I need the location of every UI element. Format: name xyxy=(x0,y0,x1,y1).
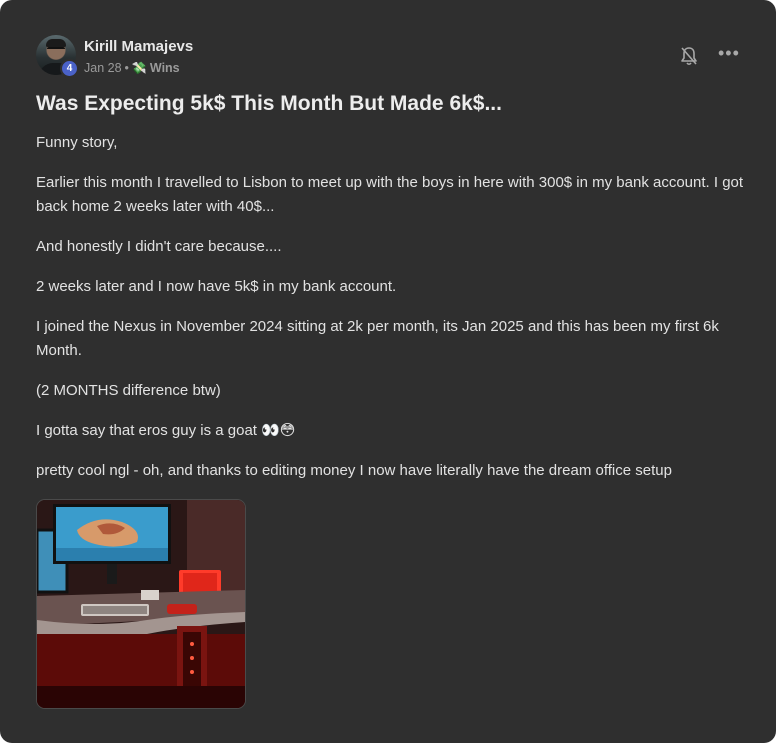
office-setup-photo[interactable] xyxy=(36,499,246,709)
meta-separator: • xyxy=(124,61,129,75)
category-link[interactable]: Wins xyxy=(150,61,180,75)
post-paragraph: pretty cool ngl - oh, and thanks to edit… xyxy=(36,462,672,479)
level-badge: 4 xyxy=(60,59,79,78)
post-paragraph: (2 MONTHS difference btw) xyxy=(36,382,221,399)
post-paragraph: Funny story, xyxy=(36,134,118,151)
post-paragraph: I gotta say that eros guy is a goat 👀😳 xyxy=(36,422,296,439)
more-options-button[interactable]: ••• xyxy=(718,44,739,62)
post-meta: Jan 28 • 💸 Wins xyxy=(84,61,180,75)
post-date[interactable]: Jan 28 xyxy=(84,61,122,75)
author-avatar-container[interactable]: 4 xyxy=(36,35,79,78)
post-body: Funny story, Earlier this month I travel… xyxy=(36,131,756,499)
post-paragraph: I joined the Nexus in November 2024 sitt… xyxy=(36,318,719,359)
money-wings-icon: 💸 xyxy=(131,61,147,75)
author-name[interactable]: Kirill Mamajevs xyxy=(84,38,193,55)
post-card: 4 Kirill Mamajevs Jan 28 • 💸 Wins ••• Wa… xyxy=(0,0,776,743)
post-title: Was Expecting 5k$ This Month But Made 6k… xyxy=(36,92,502,115)
post-paragraph: Earlier this month I travelled to Lisbon… xyxy=(36,174,744,215)
post-paragraph: And honestly I didn't care because.... xyxy=(36,238,282,255)
post-paragraph: 2 weeks later and I now have 5k$ in my b… xyxy=(36,278,397,295)
bell-icon[interactable] xyxy=(680,46,698,66)
